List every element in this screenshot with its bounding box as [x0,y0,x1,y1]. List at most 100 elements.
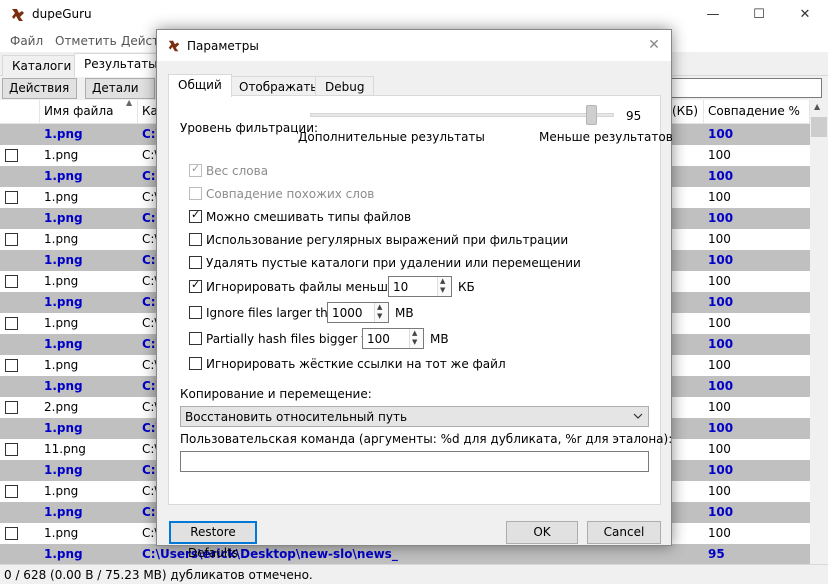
spin-down-icon[interactable]: ▼ [377,312,382,321]
row-match: 100 [708,274,731,288]
row-filename: 1.png [44,463,83,477]
row-folder: C:\ [142,337,158,351]
row-match: 100 [708,442,731,456]
dupeguru-logo-icon [12,9,24,21]
row-mark-checkbox[interactable] [5,233,18,246]
mix-file-kinds-checkbox[interactable]: ✓ [189,208,202,223]
partial-hash-checkbox[interactable] [189,332,202,345]
row-folder: C:\ [142,526,158,540]
row-mark-checkbox[interactable] [5,191,18,204]
row-folder: C:\ [142,505,158,519]
filter-level-slider-track[interactable] [310,113,614,117]
table-row[interactable]: 1.png C:\Users\erick\Desktop\new-slo\news… [0,544,810,564]
spin-arrows: ▲ ▼ [374,303,388,322]
actions-dropdown-button[interactable]: Действия ▼ [2,78,77,109]
row-folder: C:\ [142,358,158,372]
details-button[interactable]: Детали [85,78,155,99]
ignore-hardlinks-label: Игнорировать жёсткие ссылки на тот же фа… [206,357,506,371]
spin-up-icon[interactable]: ▲ [412,329,417,338]
dialog-close-button[interactable]: ✕ [641,34,667,56]
dialog-title: Параметры [187,39,259,53]
row-folder: C:\ [142,295,158,309]
filter-input[interactable] [671,78,822,98]
row-folder: C:\ [142,190,158,204]
row-filename: 1.png [44,421,83,435]
row-match: 100 [708,316,731,330]
spin-arrows: ▲ ▼ [437,277,451,296]
row-mark-checkbox[interactable] [5,401,18,414]
row-filename: 1.png [44,190,79,204]
tab-debug[interactable]: Debug [315,76,375,96]
grid-vertical-scrollbar[interactable]: ▲ [810,100,828,564]
row-match: 100 [708,211,734,225]
menu-mark[interactable]: Отметить [55,34,117,48]
custom-command-input[interactable] [180,451,649,472]
tab-directories[interactable]: Каталоги [2,55,82,76]
row-match: 100 [708,253,734,267]
row-filename: 2.png [44,400,79,414]
remove-empty-folders-checkbox[interactable] [189,256,202,269]
row-mark-checkbox[interactable] [5,485,18,498]
restore-defaults-button[interactable]: Restore Defaults [169,521,257,560]
filter-level-value: 95 [626,109,642,123]
spin-up-icon[interactable]: ▲ [440,277,445,286]
row-folder: C:\ [142,253,158,267]
close-window-button[interactable]: ✕ [782,0,828,30]
ignore-small-files-spinbox[interactable]: 10 ▲ ▼ [388,276,452,297]
column-match[interactable]: Совпадение % [704,100,810,124]
filter-level-slider-thumb[interactable] [586,105,598,125]
spin-up-icon[interactable]: ▲ [377,303,382,312]
ignore-large-files-value: 1000 [332,306,363,320]
spin-down-icon[interactable]: ▼ [440,286,445,295]
copy-move-selected: Восстановить относительный путь [185,410,408,424]
tab-display[interactable]: Отображать [229,76,328,96]
spin-down-icon[interactable]: ▼ [412,338,417,347]
ok-button[interactable]: OK [506,521,578,544]
row-match: 100 [708,148,731,162]
ignore-hardlinks-checkbox[interactable] [189,357,202,370]
row-match: 100 [708,463,734,477]
slider-left-caption: Дополнительные результаты [298,130,485,144]
menu-actions[interactable]: Дейст [121,34,159,48]
row-mark-checkbox[interactable] [5,149,18,162]
minimize-button[interactable]: — [690,0,736,30]
row-mark-checkbox[interactable] [5,359,18,372]
ignore-large-files-spinbox[interactable]: 1000 ▲ ▼ [327,302,389,323]
row-folder: C:\ [142,169,158,183]
use-regex-checkbox[interactable] [189,233,202,246]
main-titlebar: dupeGuru — ☐ ✕ [0,0,828,30]
row-filename: 1.png [44,337,83,351]
row-filename: 1.png [44,211,83,225]
row-filename: 1.png [44,379,83,393]
menu-file[interactable]: Файл [10,34,43,48]
column-size[interactable]: (КБ) [668,100,704,124]
row-mark-checkbox[interactable] [5,275,18,288]
column-filename[interactable]: Имя файла ▲ [40,100,138,124]
ignore-small-files-checkbox[interactable]: ✓ [189,278,202,293]
copy-move-combobox[interactable]: Восстановить относительный путь [180,406,649,427]
row-filename: 1.png [44,358,79,372]
column-check[interactable] [0,100,40,124]
row-filename: 1.png [44,526,79,540]
match-similar-words-checkbox[interactable] [189,187,202,200]
row-folder: C:\ [142,127,158,141]
row-mark-checkbox[interactable] [5,443,18,456]
row-mark-checkbox[interactable] [5,317,18,330]
general-tab-page: Уровень фильтрации: 95 Дополнительные ре… [168,95,673,505]
word-weighting-checkbox[interactable]: ✓ [189,162,202,177]
ignore-large-files-checkbox[interactable] [189,306,202,319]
cancel-button[interactable]: Cancel [587,521,661,544]
row-folder: C:\ [142,274,158,288]
scroll-up-icon[interactable]: ▲ [814,102,820,111]
chevron-down-icon [633,413,643,419]
row-folder: C:\ [142,400,158,414]
ignore-small-files-value: 10 [393,280,409,294]
maximize-button[interactable]: ☐ [736,0,782,30]
row-filename: 1.png [44,127,83,141]
row-mark-checkbox[interactable] [5,527,18,540]
row-folder: C:\ [142,463,158,477]
tab-general[interactable]: Общий [168,74,232,97]
row-folder: C:\ [142,442,158,456]
partial-hash-spinbox[interactable]: 100 ▲ ▼ [362,328,424,349]
scroll-thumb[interactable] [811,117,827,137]
